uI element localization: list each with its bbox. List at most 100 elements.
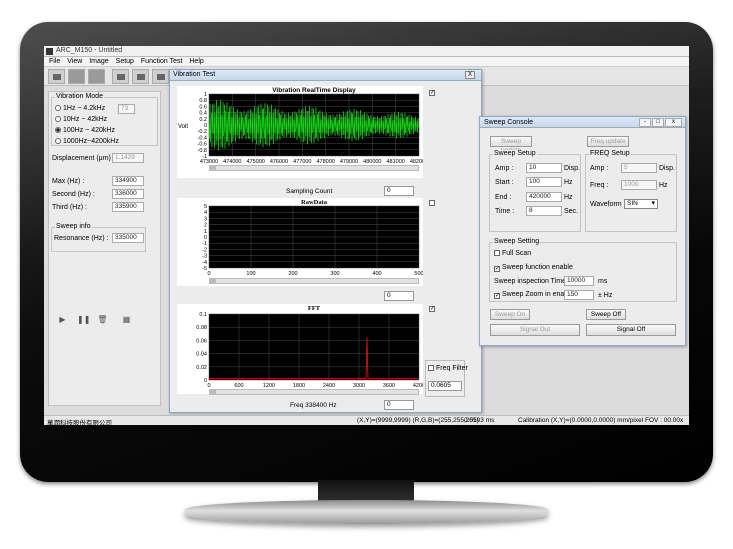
raw-xtick-label: 200: [288, 271, 297, 277]
realtime-checkbox[interactable]: ✓: [429, 90, 435, 96]
sampling-count-label: Sampling Count: [286, 188, 333, 195]
max-field[interactable]: 334900: [112, 176, 144, 186]
folder-icon[interactable]: [112, 69, 129, 84]
third-label: Third (Hz) :: [52, 204, 87, 211]
third-field[interactable]: 335900: [112, 202, 144, 212]
freq-setup-label: FREQ Setup: [589, 150, 631, 157]
sweep-time-field[interactable]: 8: [526, 206, 562, 216]
sweep-setup-label: Sweep Setup: [493, 150, 537, 157]
zoom-unit: ± Hz: [598, 292, 613, 299]
second-label: Second (Hz) :: [52, 191, 95, 198]
sweep-setting-label: Sweep Setting: [493, 238, 541, 245]
realtime-scrollbar[interactable]: [209, 165, 419, 171]
waveform-select[interactable]: SIN: [624, 199, 658, 209]
close-icon[interactable]: X: [465, 71, 475, 79]
second-field[interactable]: 336000: [112, 189, 144, 199]
waveform-label: Waveform :: [590, 201, 626, 208]
rawdata-plot: RawData 5 4 3 2 1 0 -1 -2 -3 -4 -5 0 100 200 300 400 500: [177, 198, 423, 286]
freq-filter-field[interactable]: 0.0605: [428, 381, 462, 391]
rawdata-chart: RawData 543210-1-2-3-4-50 100 200 300 400 500: [177, 198, 423, 286]
raw-ytick-label: 3: [204, 216, 207, 222]
sweep-setting-group: Sweep Setting Full Scan ✓ Sweep function …: [489, 238, 677, 302]
list-icon[interactable]: [152, 69, 169, 84]
full-scan-checkbox[interactable]: Full Scan: [494, 250, 531, 257]
delete-icon[interactable]: 🗑: [97, 314, 108, 325]
freq-freq-field[interactable]: 1000: [621, 180, 657, 190]
sweep-end-field[interactable]: 420000: [526, 192, 562, 202]
raw-xtick-label: 400: [372, 271, 381, 277]
freq-setup-group: FREQ Setup Amp : 5 Disp. Freq : 1000 Hz …: [585, 150, 677, 232]
status-xy: (X,Y)=(9999,9999) (R,G,B)=(255,255,255): [357, 417, 479, 424]
sweep-on-button[interactable]: Sweep On: [490, 309, 530, 320]
vibration-test-titlebar: Vibration Test X: [170, 70, 481, 81]
inspection-time-label: Sweep inspection Time :: [494, 278, 570, 285]
signal-out-button[interactable]: Signal Out: [490, 324, 580, 336]
displacement-field: 1.1429: [112, 153, 144, 163]
menu-function-test[interactable]: Function Test: [141, 57, 183, 67]
pause-icon[interactable]: ❚❚: [77, 314, 90, 325]
raw-ytick-label: -2: [202, 247, 207, 253]
raw-xtick-label: 500: [414, 271, 423, 277]
play-icon[interactable]: ▶: [57, 314, 68, 325]
mode-option-1[interactable]: 1Hz ~ 4.2kHz: [55, 105, 105, 112]
mode-option-2[interactable]: 10Hz ~ 42kHz: [55, 116, 107, 123]
sweep-enable-label: Sweep function enable: [502, 264, 573, 271]
rt-ytick-label: -0.8: [198, 148, 207, 154]
image-button[interactable]: [88, 69, 105, 84]
inspection-time-field[interactable]: 10000: [564, 276, 594, 286]
status-bar: 萬潤科技股份有限公司 (X,Y)=(9999,9999) (R,G,B)=(25…: [44, 415, 689, 425]
mode-value: 73: [118, 104, 135, 114]
menu-help[interactable]: Help: [189, 57, 203, 67]
raw-ytick-label: 5: [204, 204, 207, 210]
open-folder-icon[interactable]: [48, 69, 65, 84]
sweep-update-button[interactable]: Sweep update: [490, 136, 532, 154]
rawdata-checkbox[interactable]: [429, 200, 435, 206]
sweep-info-label: Sweep info: [55, 223, 92, 230]
vibration-mode-group: Vibration Mode 1Hz ~ 4.2kHz 10Hz ~ 42kHz…: [51, 93, 158, 146]
sweep-off-button[interactable]: Sweep Off: [586, 309, 626, 320]
fft-ytick-label: 0.08: [196, 325, 207, 331]
sampling-count-field[interactable]: 0: [384, 186, 414, 196]
rt-ytick-label: 0.6: [199, 104, 207, 110]
freq-update-button[interactable]: Freq update: [587, 136, 629, 147]
mode-option-label: 1000Hz~4200kHz: [63, 138, 119, 145]
sweep-enable-checkbox[interactable]: ✓ Sweep function enable: [494, 264, 573, 272]
mode-option-label: 10Hz ~ 42kHz: [63, 116, 108, 123]
close-icon[interactable]: x: [665, 118, 682, 127]
rawdata-field[interactable]: 0: [384, 291, 414, 301]
fft-checkbox[interactable]: ✓: [429, 306, 435, 312]
sweep-start-field[interactable]: 100: [526, 177, 562, 187]
freq-amp-label: Amp :: [590, 165, 609, 172]
sweep-info-group: Sweep info Resonance (Hz) : 335000: [51, 223, 146, 252]
app-title: ARC_M150 - Untitled: [56, 47, 123, 54]
fft-plot: FFT 0.1 0.08 0.06 0.04 0.02 0 0 600 1200 1800 2400…: [177, 304, 423, 395]
menu-image[interactable]: Image: [89, 57, 108, 67]
maximize-icon[interactable]: □: [652, 118, 664, 127]
freq-filter-group: Freq Filter 0.0605: [425, 360, 468, 397]
mode-option-3[interactable]: 100Hz ~ 420kHz: [55, 127, 115, 134]
realtime-ylabel: Volt: [178, 124, 188, 130]
rawdata-scrollbar[interactable]: [209, 278, 419, 284]
raw-ytick-label: 1: [204, 229, 207, 235]
fft-field[interactable]: 0: [384, 400, 414, 410]
menu-setup[interactable]: Setup: [116, 57, 134, 67]
save-icon[interactable]: [132, 69, 149, 84]
sweep-start-unit: Hz: [564, 179, 573, 186]
menu-file[interactable]: File: [49, 57, 60, 67]
zoom-field[interactable]: 150: [564, 290, 594, 300]
rt-ytick-label: -0.2: [198, 129, 207, 135]
freq-amp-field[interactable]: 5: [621, 163, 657, 173]
mode-option-4[interactable]: 1000Hz~4200kHz: [55, 138, 119, 145]
sweep-amp-field[interactable]: 10: [526, 163, 562, 173]
minimize-icon[interactable]: -: [639, 118, 651, 127]
menu-view[interactable]: View: [67, 57, 82, 67]
sweep-console-title: Sweep Console: [484, 119, 534, 126]
image-button[interactable]: [68, 69, 85, 84]
grid-icon[interactable]: ▦: [121, 314, 132, 325]
resonance-field[interactable]: 335000: [112, 233, 144, 243]
fft-chart: FFT 0.10.080.060.040.0200 600 1200 1800 2400…: [177, 304, 423, 394]
sweep-time-label: Time :: [495, 208, 515, 215]
freq-filter-checkbox[interactable]: Freq Filter: [428, 365, 468, 372]
fft-scrollbar[interactable]: [209, 389, 419, 395]
signal-off-button[interactable]: Signal Off: [586, 324, 676, 336]
